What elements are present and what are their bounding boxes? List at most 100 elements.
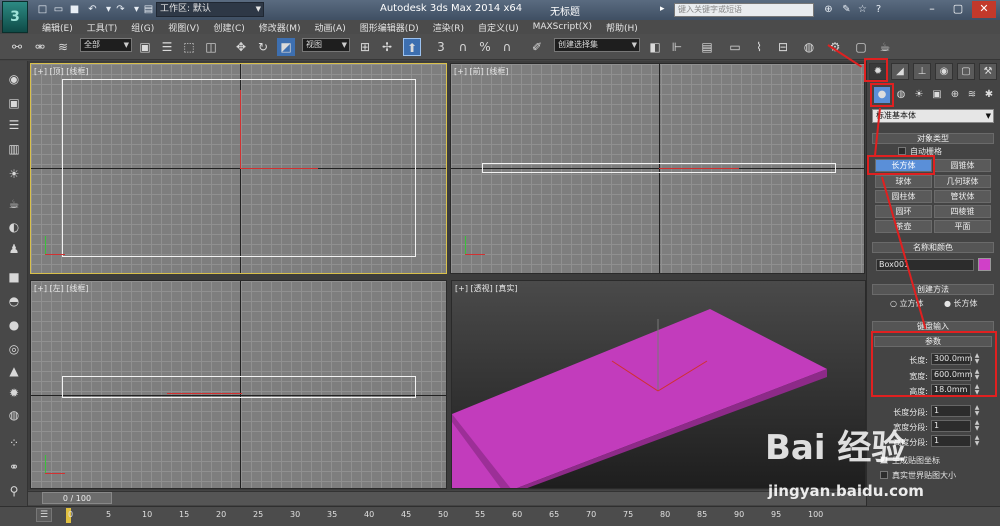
viewport-left[interactable]: [+] [左] [线框] (30, 280, 447, 489)
rollout-creation-method[interactable]: 创建方法 (872, 284, 994, 295)
snaps-toggle-icon[interactable]: 3 (432, 38, 450, 56)
real-world-checkbox[interactable] (880, 471, 888, 479)
undo-icon[interactable]: ↶ (86, 3, 99, 16)
reference-coord-dropdown[interactable]: 视图 ▼ (302, 38, 350, 52)
menu-rendering[interactable]: 渲染(R) (433, 21, 464, 34)
tab-hierarchy[interactable]: ⊥ (913, 63, 931, 80)
bulb-icon[interactable]: ☀ (5, 165, 23, 183)
layer-manager-icon[interactable]: ▤ (698, 38, 716, 56)
align-icon[interactable]: ⊩ (668, 38, 686, 56)
minimize-button[interactable]: – (920, 1, 944, 18)
ring-icon[interactable]: ◍ (5, 406, 23, 424)
new-file-icon[interactable]: □ (36, 3, 49, 16)
maximize-button[interactable]: ▢ (946, 1, 970, 18)
autogrid-checkbox[interactable] (898, 147, 906, 155)
sound-icon[interactable]: ◐ (5, 218, 23, 236)
object-color-swatch[interactable] (978, 258, 991, 271)
link-icon[interactable]: ⚯ (8, 38, 26, 56)
selection-filter-dropdown[interactable]: 全部 ▼ (80, 38, 132, 52)
search-input[interactable]: 键入关键字或短语 (674, 3, 814, 17)
select-manipulate-icon[interactable]: ✢ (378, 38, 396, 56)
box-primitive-icon[interactable]: ■ (5, 268, 23, 286)
scale-icon[interactable]: ◩ (277, 38, 295, 56)
rollout-name-color[interactable]: 名称和颜色 (872, 242, 994, 253)
window-crossing-icon[interactable]: ◫ (202, 38, 220, 56)
menu-tools[interactable]: 工具(T) (87, 21, 118, 34)
tab-utilities[interactable]: ⚒ (979, 63, 997, 80)
spinner-icon[interactable]: ▲ ▼ (973, 420, 981, 432)
object-pyramid-button[interactable]: 四棱锥 (934, 205, 991, 218)
menu-maxscript[interactable]: MAXScript(X) (533, 22, 592, 32)
close-button[interactable]: ✕ (972, 1, 996, 18)
tab-modify[interactable]: ◢ (891, 63, 909, 80)
save-file-icon[interactable]: ■ (68, 3, 81, 16)
tab-motion[interactable]: ◉ (935, 63, 953, 80)
binoculars-icon[interactable]: ⊕ (822, 3, 835, 16)
select-by-name-icon[interactable]: ☰ (158, 38, 176, 56)
workspace-dropdown[interactable]: 工作区: 默认 ▼ (156, 2, 264, 17)
select-object-icon[interactable]: ▣ (136, 38, 154, 56)
ribbon-icon[interactable]: ▭ (726, 38, 744, 56)
spacewarps-icon[interactable]: ≋ (964, 87, 980, 103)
keyboard-shortcut-override-icon[interactable]: ⬆ (403, 38, 421, 56)
list-icon[interactable]: ☰ (5, 116, 23, 134)
molecule-icon[interactable]: ⚭ (5, 458, 23, 476)
particles-icon[interactable]: ⁘ (5, 434, 23, 452)
people-icon[interactable]: ♟ (5, 240, 23, 258)
primitive-type-dropdown[interactable]: 标准基本体 ▼ (872, 109, 994, 123)
named-selection-dropdown[interactable]: 创建选择集 ▼ (554, 38, 640, 52)
menu-create[interactable]: 创建(C) (213, 21, 244, 34)
spinner-icon[interactable]: ▲ ▼ (973, 435, 981, 447)
schematic-view-icon[interactable]: ⊟ (774, 38, 792, 56)
mirror-icon[interactable]: ◧ (646, 38, 664, 56)
menu-views[interactable]: 视图(V) (168, 21, 199, 34)
sphere-icon[interactable]: ● (5, 316, 23, 334)
menu-edit[interactable]: 编辑(E) (42, 21, 73, 34)
shapes-icon[interactable]: ◍ (893, 87, 909, 103)
teapot-icon[interactable]: ☕ (5, 195, 23, 213)
rotate-icon[interactable]: ↻ (254, 38, 272, 56)
menu-customize[interactable]: 自定义(U) (478, 21, 519, 34)
box-wireframe[interactable] (62, 376, 416, 398)
torus-icon[interactable]: ◎ (5, 340, 23, 358)
project-folder-icon[interactable]: ▤ (142, 3, 155, 16)
viewport-front-label[interactable]: [+] [前] [线框] (454, 66, 509, 77)
menu-modifiers[interactable]: 修改器(M) (259, 21, 301, 34)
creation-box-radio[interactable]: ● 长方体 (944, 298, 978, 309)
object-teapot-button[interactable]: 茶壶 (875, 220, 932, 233)
star-icon[interactable]: ☆ (856, 3, 869, 16)
app-logo-button[interactable]: 3 (2, 1, 28, 33)
menu-help[interactable]: 帮助(H) (606, 21, 638, 34)
open-file-icon[interactable]: ▭ (52, 3, 65, 16)
help-icon[interactable]: ? (872, 3, 885, 16)
biped-icon[interactable]: ⚲ (5, 482, 23, 500)
tab-display[interactable]: ▢ (957, 63, 975, 80)
param-length-segs-input[interactable]: 1 (931, 405, 971, 417)
viewport-top[interactable]: [+] [顶] [线框] (30, 63, 447, 274)
notepad-icon[interactable]: ▥ (5, 140, 23, 158)
curve-editor-icon[interactable]: ⌇ (750, 38, 768, 56)
spinner-icon[interactable]: ▲ ▼ (973, 405, 981, 417)
cameras-icon[interactable]: ▣ (929, 87, 945, 103)
cone-icon[interactable]: ▲ (5, 362, 23, 380)
systems-icon[interactable]: ✱ (981, 87, 997, 103)
lights-icon[interactable]: ☀ (911, 87, 927, 103)
param-width-segs-input[interactable]: 1 (931, 420, 971, 432)
time-slider-track[interactable] (28, 491, 866, 505)
eye-icon[interactable]: ◉ (5, 70, 23, 88)
menu-group[interactable]: 组(G) (131, 21, 154, 34)
dome-icon[interactable]: ◓ (5, 292, 23, 310)
move-icon[interactable]: ✥ (232, 38, 250, 56)
edit-named-selection-icon[interactable]: ✐ (528, 38, 546, 56)
pivot-center-icon[interactable]: ⊞ (356, 38, 374, 56)
viewport-front[interactable]: [+] [前] [线框] (450, 63, 865, 274)
render-icon[interactable]: ▣ (5, 94, 23, 112)
object-cone-button[interactable]: 圆锥体 (934, 159, 991, 172)
track-menu-icon[interactable]: ☰ (36, 508, 52, 522)
bind-spacewarp-icon[interactable]: ≋ (54, 38, 72, 56)
object-plane-button[interactable]: 平面 (934, 220, 991, 233)
render-frame-icon[interactable]: ▢ (852, 38, 870, 56)
sun-icon[interactable]: ✹ (5, 384, 23, 402)
time-slider-thumb[interactable]: 0 / 100 (42, 492, 112, 504)
menu-animation[interactable]: 动画(A) (315, 21, 346, 34)
